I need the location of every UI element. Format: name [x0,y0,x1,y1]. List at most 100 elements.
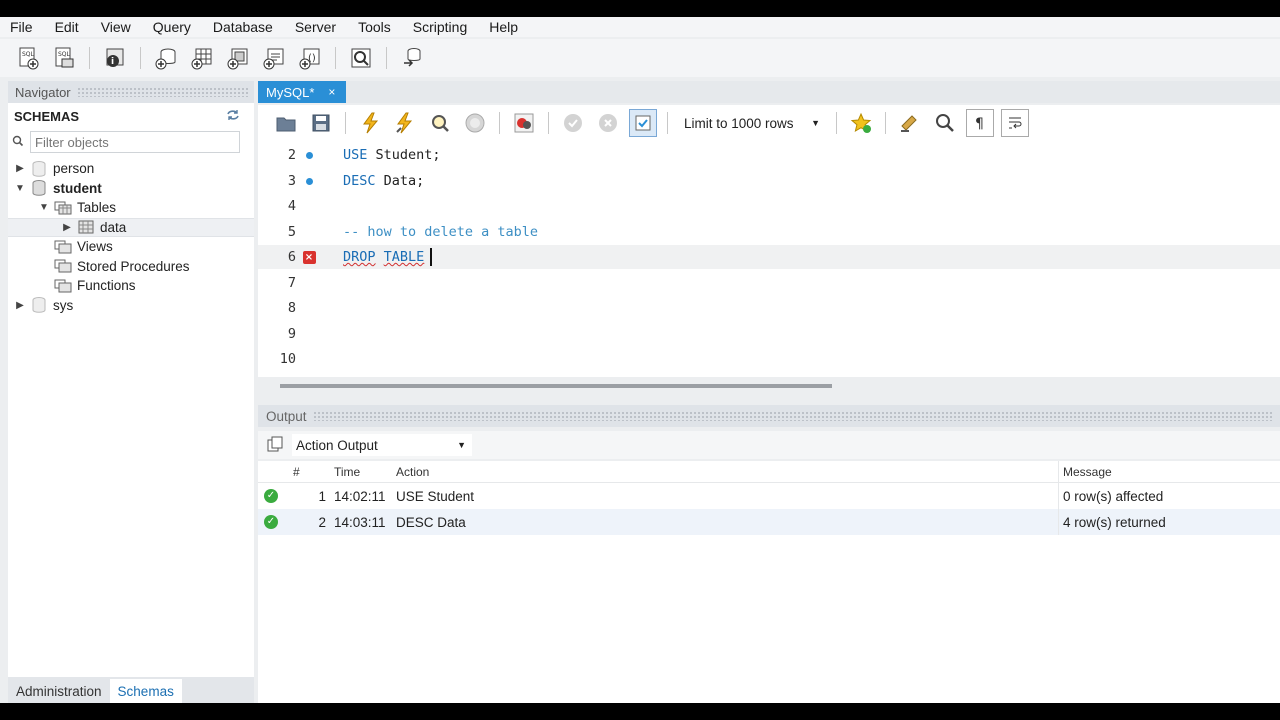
expand-arrow-icon[interactable]: ▶ [61,222,73,233]
tree-item-data[interactable]: ▶ data [8,217,254,237]
panel-grip [76,87,248,97]
tree-item-stored-procedures[interactable]: Stored Procedures [8,257,254,277]
tree-label: Views [77,239,113,255]
new-sql-tab-icon[interactable]: SQL [14,44,42,72]
code-line: 7 [258,271,1280,295]
search-icon [12,135,24,150]
menu-file[interactable]: File [10,19,43,35]
tree-item-views[interactable]: Views [8,237,254,257]
row-message: 4 row(s) returned [1058,509,1280,535]
column-header-action[interactable]: Action [392,465,1058,479]
rollback-icon[interactable] [594,109,622,137]
toolbar-separator [345,112,346,134]
search-table-data-icon[interactable] [347,44,375,72]
sql-editor[interactable]: 2 USE Student; 3 DESC Data; 4 5 -- how t… [258,141,1280,377]
create-view-icon[interactable] [224,44,252,72]
row-time: 14:02:11 [334,488,386,504]
toggle-error-stop-icon[interactable] [510,109,538,137]
stop-icon[interactable] [461,109,489,137]
editor-horizontal-scrollbar[interactable] [258,377,1280,397]
output-toolbar: Action Output ▼ [258,431,1280,459]
tree-label: Functions [77,278,136,294]
menu-scripting[interactable]: Scripting [413,19,477,35]
tree-item-person[interactable]: ▶ person [8,159,254,179]
output-header: Output [258,405,1280,427]
column-header-num[interactable]: # [284,465,330,479]
inspector-icon[interactable]: i [101,44,129,72]
toolbar-separator [89,47,90,69]
add-snippet-star-icon[interactable] [847,109,875,137]
tab-schemas[interactable]: Schemas [109,679,182,703]
open-file-icon[interactable] [272,109,300,137]
navigator-panel: Navigator SCHEMAS ▶ person ▼ stud [8,81,254,703]
column-header-message[interactable]: Message [1058,461,1280,482]
beautify-icon[interactable] [896,109,924,137]
find-icon[interactable] [931,109,959,137]
execute-statement-icon[interactable] [391,109,419,137]
output-type-select[interactable]: Action Output ▼ [292,434,472,456]
table-row[interactable]: ✓ 1 14:02:11 USE Student 0 row(s) affect… [258,483,1280,509]
refresh-schemas-icon[interactable] [226,109,240,124]
comment-text: -- how to delete a table [343,224,539,240]
menu-edit[interactable]: Edit [55,19,89,35]
word-wrap-icon[interactable] [1001,109,1029,137]
keyword: USE [343,147,368,163]
create-table-icon[interactable] [188,44,216,72]
menu-tools[interactable]: Tools [358,19,401,35]
identifier: Data; [375,173,425,189]
menu-database[interactable]: Database [213,19,283,35]
identifier: Student; [367,147,441,163]
menu-help[interactable]: Help [489,19,528,35]
code-line: 9 [258,322,1280,346]
save-icon[interactable] [307,109,335,137]
menu-view[interactable]: View [101,19,141,35]
statement-marker [298,151,320,159]
line-number: 9 [287,326,296,342]
row-number: 2 [318,514,326,530]
execute-lightning-icon[interactable] [356,109,384,137]
filter-objects-input[interactable] [30,131,240,153]
text-cursor [430,248,433,266]
menu-query[interactable]: Query [153,19,201,35]
menu-server[interactable]: Server [295,19,346,35]
keyword: DROP [343,249,376,265]
create-schema-icon[interactable] [152,44,180,72]
collapse-arrow-icon[interactable]: ▼ [14,183,26,194]
toolbar-separator [667,112,668,134]
views-folder-icon [54,239,72,255]
tree-item-functions[interactable]: Functions [8,276,254,296]
tree-item-student[interactable]: ▼ student [8,179,254,199]
autocommit-toggle-icon[interactable] [629,109,657,137]
tab-administration[interactable]: Administration [8,679,110,703]
syntax-error-icon[interactable]: × [302,250,316,264]
chevron-down-icon: ▼ [811,118,820,128]
reconnect-icon[interactable] [398,44,426,72]
expand-arrow-icon[interactable]: ▶ [14,163,26,174]
copy-icon[interactable] [266,435,284,456]
tree-item-tables[interactable]: ▼ Tables [8,198,254,218]
column-header-time[interactable]: Time [330,465,392,479]
line-number: 10 [279,351,296,367]
row-message: 0 row(s) affected [1058,483,1280,509]
create-procedure-icon[interactable] [260,44,288,72]
table-row[interactable]: ✓ 2 14:03:11 DESC Data 4 row(s) returned [258,509,1280,535]
action-output-table: # Time Action Message ✓ 1 14:02:11 USE S… [258,461,1280,703]
create-function-icon[interactable]: () [296,44,324,72]
toolbar-separator [885,112,886,134]
explain-icon[interactable] [426,109,454,137]
code-line: 10 [258,347,1280,371]
database-icon [30,297,48,313]
table-header: # Time Action Message [258,461,1280,483]
collapse-arrow-icon[interactable]: ▼ [38,202,50,213]
invisible-chars-icon[interactable]: ¶ [966,109,994,137]
tree-item-sys[interactable]: ▶ sys [8,296,254,316]
expand-arrow-icon[interactable]: ▶ [14,300,26,311]
tab-mysql-query[interactable]: MySQL* × [258,81,346,103]
scrollbar-thumb[interactable] [280,384,832,388]
open-sql-script-icon[interactable]: SQL [50,44,78,72]
limit-rows-select[interactable]: Limit to 1000 rows ▼ [678,111,826,135]
code-text: DESC Data; [320,173,424,189]
commit-icon[interactable] [559,109,587,137]
statement-dot-icon [305,151,313,159]
close-tab-icon[interactable]: × [328,85,335,99]
